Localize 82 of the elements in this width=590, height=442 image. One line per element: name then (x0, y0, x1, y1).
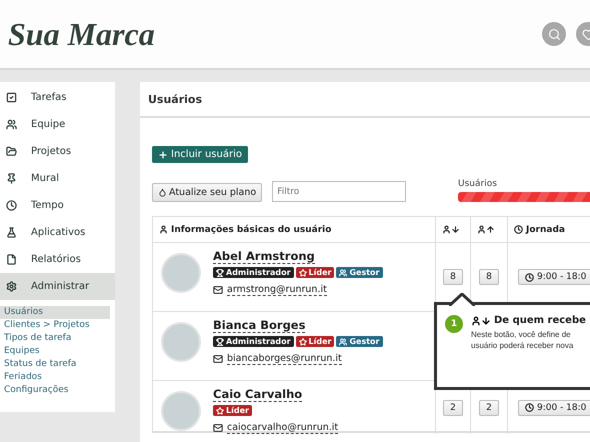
role-tag: Administrador (213, 336, 294, 347)
step-number: 1 (445, 315, 463, 333)
clock-icon (525, 403, 534, 412)
upgrade-plan-button[interactable]: Atualize seu plano (152, 183, 262, 202)
submenu-item[interactable]: Configurações (0, 384, 110, 397)
users-icon (339, 268, 348, 276)
page-title: Usuários (140, 82, 590, 118)
nav-icon (6, 254, 17, 265)
nav-label: Mural (31, 173, 59, 184)
nav-label: Relatórios (31, 254, 81, 265)
trophy-icon (216, 268, 224, 276)
submenu-item[interactable]: Tipos de tarefa (0, 332, 110, 345)
clock-icon (514, 225, 523, 234)
star-icon (298, 338, 307, 346)
clock-icon (525, 272, 534, 282)
receives-from-button[interactable]: 8 (443, 269, 463, 285)
users-icon (339, 338, 348, 346)
column-header[interactable]: Informações básicas do usuário (153, 217, 436, 242)
user-name[interactable]: Caio Carvalho (213, 387, 302, 402)
nav-label: Equipe (31, 119, 66, 130)
drop-icon (158, 188, 167, 197)
nav-label: Aplicativos (31, 227, 86, 238)
sidebar-item[interactable]: Tarefas (0, 84, 115, 111)
user-down-icon (471, 316, 491, 326)
nav-icon (6, 227, 17, 238)
schedule-button[interactable]: 9:00 - 18:0 (518, 400, 590, 416)
column-header[interactable]: Jornada (508, 217, 590, 242)
user-name[interactable]: Abel Armstrong (213, 249, 315, 264)
sidebar-item[interactable]: Administrar (0, 273, 115, 300)
submenu-item[interactable]: Clientes > Projetos (0, 319, 110, 332)
avatar (161, 253, 201, 293)
add-user-button[interactable]: Incluir usuário (152, 146, 248, 163)
nav-icon (6, 119, 17, 130)
submenu-item[interactable]: Equipes (0, 345, 110, 358)
mail-icon (213, 285, 223, 295)
sends-to-button[interactable]: 8 (479, 269, 499, 285)
brand-logo[interactable]: Sua Marca (8, 16, 155, 52)
nav-icon (6, 173, 17, 184)
nav-icon (6, 146, 17, 157)
nav-label: Administrar (31, 281, 90, 292)
mail-icon (213, 423, 223, 433)
role-tag: Líder (213, 405, 252, 416)
plus-icon (158, 150, 168, 160)
role-tag: Gestor (336, 267, 382, 278)
sidebar-item[interactable]: Relatórios (0, 246, 115, 273)
nav-icon (6, 92, 17, 103)
user-down-icon (442, 225, 460, 234)
filter-field[interactable]: Filtro (272, 181, 406, 202)
star-icon (298, 268, 307, 276)
schedule-button[interactable]: 9:00 - 18:0 (518, 269, 590, 285)
role-tag: Líder (296, 336, 334, 347)
sidebar-item[interactable]: Tempo (0, 192, 115, 219)
sidebar-item[interactable]: Equipe (0, 111, 115, 138)
role-tag: Líder (296, 267, 334, 278)
sidebar-item[interactable]: Mural (0, 165, 115, 192)
nav-icon (6, 200, 17, 211)
nav-label: Projetos (31, 146, 72, 157)
sidebar-item[interactable]: Projetos (0, 138, 115, 165)
avatar (161, 322, 201, 362)
user-email[interactable]: biancaborges@runrun.it (227, 353, 342, 365)
usage-label: Usuários (458, 179, 498, 189)
sidebar-item[interactable]: Aplicativos (0, 219, 115, 246)
receives-from-button[interactable]: 2 (443, 400, 463, 416)
tooltip-text: Neste botão, você define de usuário poderá receber nova (471, 329, 574, 351)
user-icon (159, 225, 168, 234)
role-tag: Gestor (336, 336, 382, 347)
user-email[interactable]: armstrong@runrun.it (227, 284, 327, 296)
submenu-item[interactable]: Feriados (0, 371, 110, 384)
mail-icon (213, 354, 223, 364)
star-icon (216, 406, 224, 414)
trophy-icon (216, 338, 224, 346)
user-email[interactable]: caiocarvalho@runrun.it (227, 422, 338, 434)
tooltip-title: De quem recebe (494, 315, 586, 326)
user-up-icon (477, 225, 495, 234)
nav-label: Tarefas (31, 92, 66, 103)
role-tag: Administrador (213, 267, 294, 278)
nav-icon (6, 281, 17, 292)
user-name[interactable]: Bianca Borges (213, 318, 306, 333)
submenu-item[interactable]: Usuários (0, 306, 110, 319)
sends-to-button[interactable]: 2 (479, 400, 499, 416)
submenu-item[interactable]: Status de tarefa (0, 358, 110, 371)
nav-label: Tempo (31, 200, 64, 211)
